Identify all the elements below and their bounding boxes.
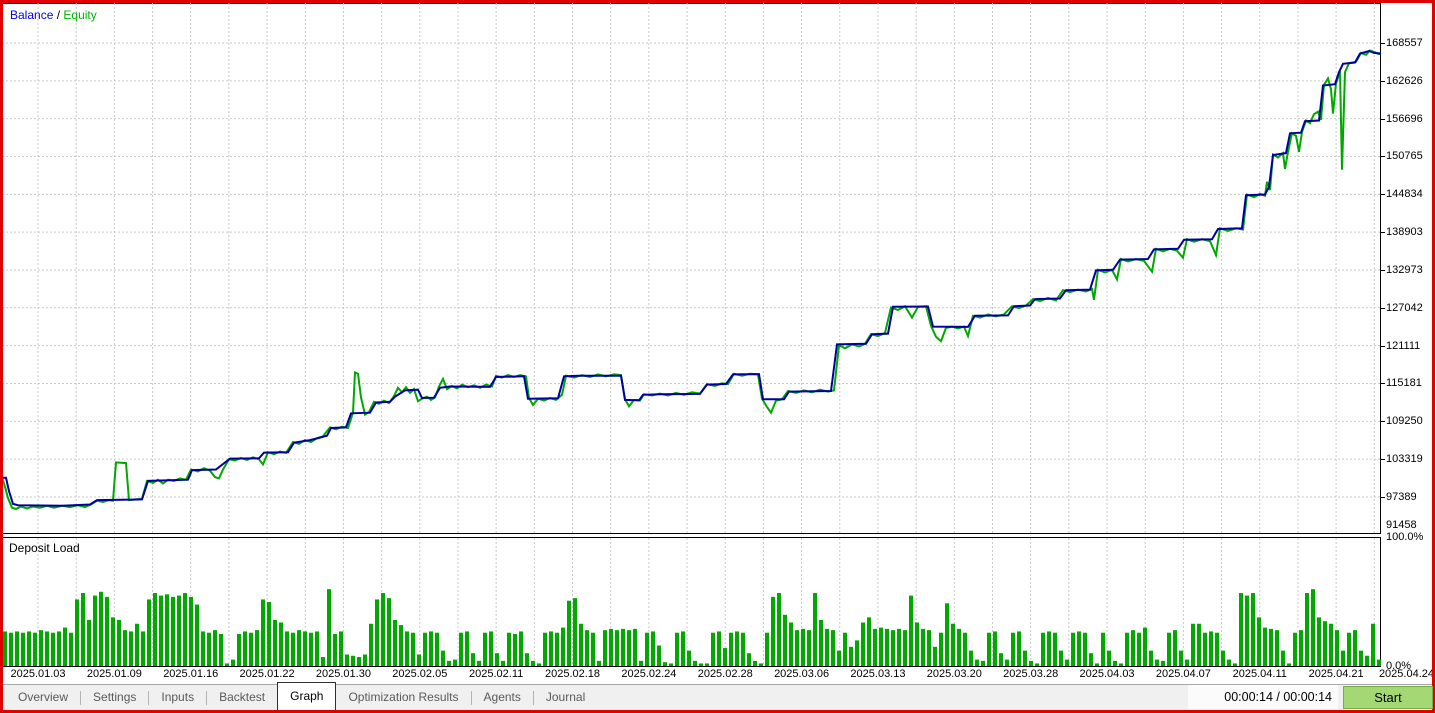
x-tick-label: 2025.04.07 bbox=[1155, 668, 1211, 680]
y-tick-mark bbox=[1381, 459, 1385, 461]
time-axis: 2025.01.03 2025.01.09 2025.01.16 2025.01.22… bbox=[2, 668, 1434, 684]
x-tick-label: 2025.03.13 bbox=[850, 668, 906, 680]
x-tick-label: 2025.02.05 bbox=[392, 668, 448, 680]
grid-lines bbox=[2, 3, 1381, 534]
y-tick-mark bbox=[1381, 421, 1385, 423]
legend-equity-label: Equity bbox=[63, 8, 97, 22]
start-button[interactable]: Start bbox=[1343, 686, 1433, 709]
chart-legend: Balance / Equity bbox=[10, 8, 97, 22]
y-tick-mark bbox=[1381, 383, 1385, 385]
x-tick-label: 2025.03.06 bbox=[774, 668, 830, 680]
y-tick-mark bbox=[1381, 43, 1385, 44]
window-border-top bbox=[0, 0, 1435, 3]
y-tick-label: 115181 bbox=[1386, 377, 1422, 390]
y-tick-label: 97389 bbox=[1386, 490, 1417, 503]
y-tick-label: 132973 bbox=[1386, 263, 1423, 276]
deposit-load-plot-svg bbox=[3, 538, 1381, 666]
y-tick-label: 103319 bbox=[1386, 453, 1423, 466]
y-tick-label: 138903 bbox=[1386, 226, 1423, 239]
y-tick-mark bbox=[1381, 496, 1385, 498]
y-tick-mark bbox=[1381, 232, 1385, 234]
y-tick-label: 109250 bbox=[1386, 415, 1423, 428]
y-tick-mark bbox=[1381, 345, 1385, 347]
y-tick-label: 156696 bbox=[1386, 112, 1423, 125]
x-tick-label: 2025.03.20 bbox=[926, 668, 982, 680]
deposit-load-title: Deposit Load bbox=[9, 541, 80, 555]
equity-line bbox=[2, 49, 1381, 511]
y-tick-mark bbox=[1381, 80, 1385, 82]
x-tick-label: 2025.02.28 bbox=[697, 668, 753, 680]
y-tick-label: 150765 bbox=[1386, 150, 1423, 163]
balance-line bbox=[2, 49, 1381, 507]
x-tick-label: 2025.02.24 bbox=[621, 668, 677, 680]
x-tick-label: 2025.01.03 bbox=[10, 668, 66, 680]
y-tick-mark bbox=[1381, 156, 1385, 158]
x-tick-label: 2025.01.22 bbox=[239, 668, 295, 680]
backtest-timer: 00:00:14 / 00:00:14 bbox=[1188, 685, 1338, 710]
tab-settings[interactable]: Settings bbox=[81, 685, 148, 710]
y-tick-mark bbox=[1381, 269, 1385, 271]
x-tick-label: 2025.01.30 bbox=[315, 668, 371, 680]
x-tick-label: 2025.01.09 bbox=[86, 668, 142, 680]
deposit-load-min-label: 0.0% bbox=[1386, 660, 1412, 672]
y-tick-mark bbox=[1381, 307, 1385, 309]
y-tick-label: 127042 bbox=[1386, 301, 1423, 314]
tab-inputs[interactable]: Inputs bbox=[149, 685, 206, 710]
tab-journal[interactable]: Journal bbox=[534, 685, 597, 710]
x-tick-label: 2025.04.11 bbox=[1232, 668, 1287, 680]
y-tick-label: 144834 bbox=[1386, 188, 1423, 201]
tab-backtest[interactable]: Backtest bbox=[207, 685, 277, 710]
legend-separator: / bbox=[53, 8, 64, 22]
y-tick-mark bbox=[1381, 194, 1385, 196]
y-tick-mark bbox=[1381, 118, 1385, 120]
y-tick-label: 162626 bbox=[1386, 74, 1423, 87]
y-tick-label: 91458 bbox=[1386, 519, 1417, 531]
x-tick-label: 2025.01.16 bbox=[163, 668, 219, 680]
deposit-load-bars bbox=[3, 589, 1381, 666]
tab-agents[interactable]: Agents bbox=[472, 685, 533, 710]
y-tick-label: 121111 bbox=[1386, 339, 1421, 352]
y-tick-label: 168557 bbox=[1386, 37, 1423, 49]
tab-graph[interactable]: Graph bbox=[277, 682, 337, 710]
x-tick-label: 2025.02.11 bbox=[469, 668, 524, 680]
x-tick-label: 2025.04.03 bbox=[1079, 668, 1135, 680]
tab-optimization-results[interactable]: Optimization Results bbox=[336, 685, 470, 710]
legend-balance-label: Balance bbox=[10, 8, 54, 22]
x-tick-label: 2025.03.28 bbox=[1003, 668, 1059, 680]
x-tick-label: 2025.02.18 bbox=[544, 668, 601, 680]
balance-equity-plot-svg bbox=[2, 3, 1381, 534]
deposit-load-max-label: 100.0% bbox=[1386, 531, 1424, 543]
tab-overview[interactable]: Overview bbox=[6, 685, 80, 710]
window-border-left bbox=[0, 0, 3, 713]
